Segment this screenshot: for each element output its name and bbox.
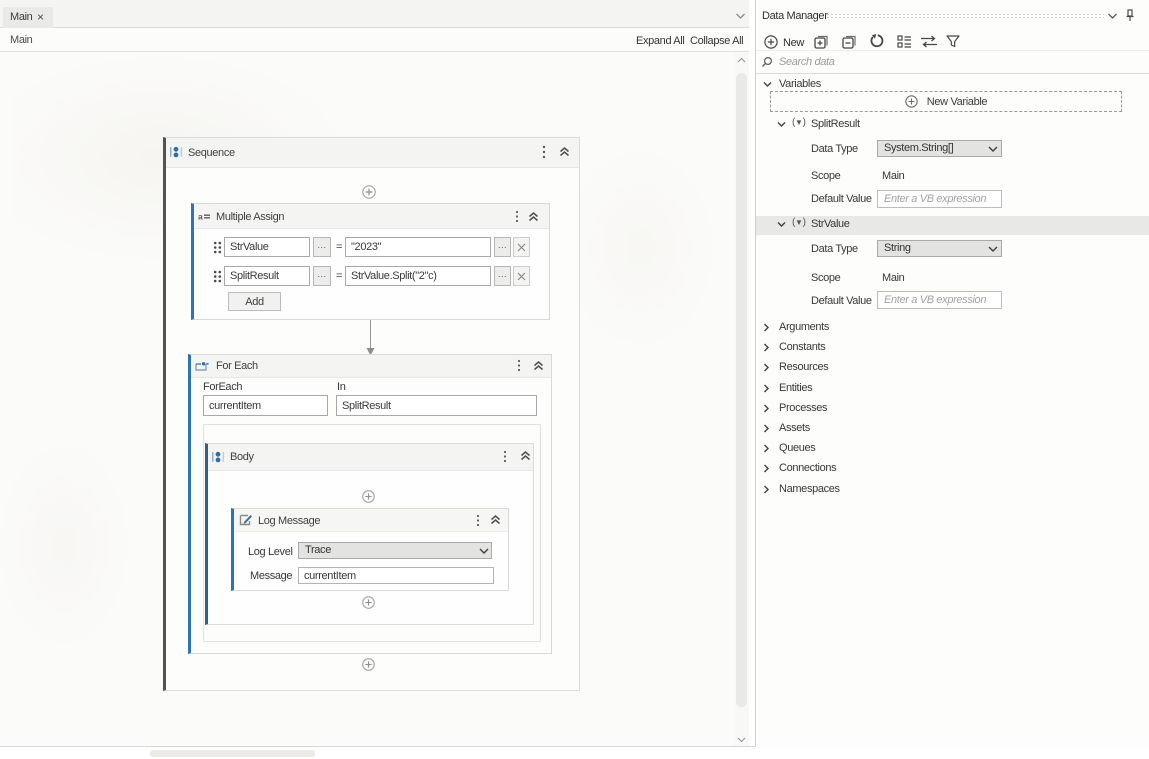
- svg-text:a: a: [198, 212, 203, 221]
